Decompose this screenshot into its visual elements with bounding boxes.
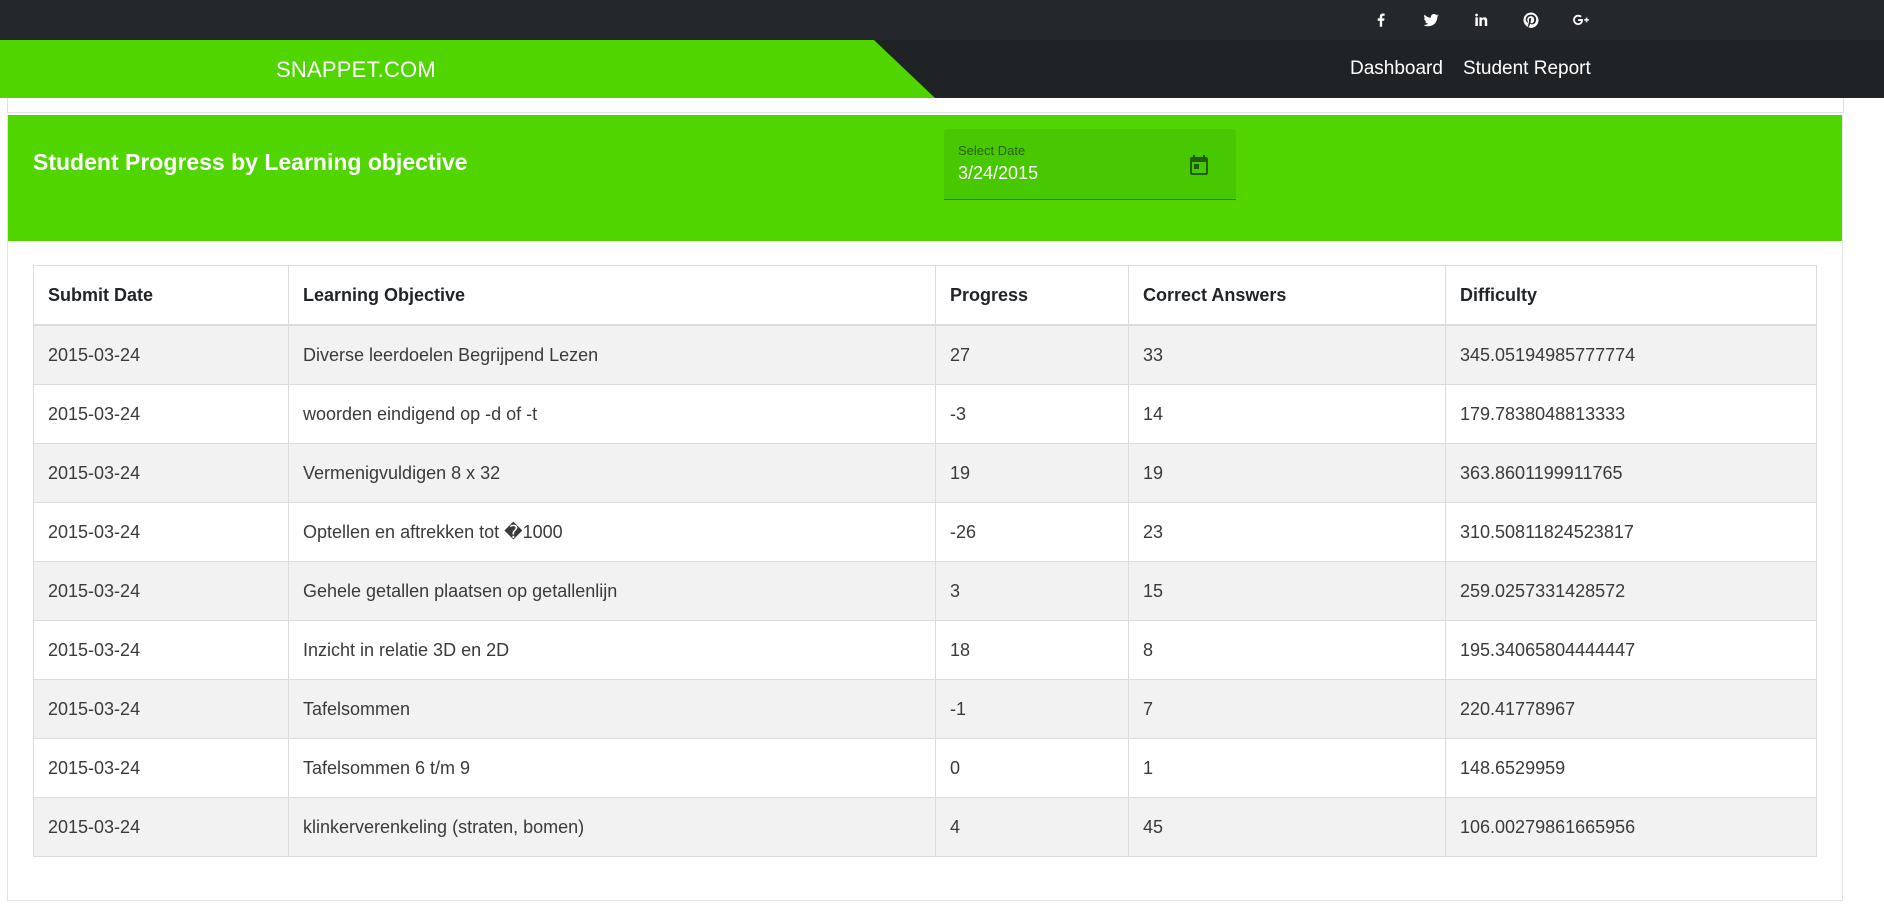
- table-row: 2015-03-24 Optellen en aftrekken tot �100…: [33, 502, 1817, 562]
- cell-learning-objective: Vermenigvuldigen 8 x 32: [288, 443, 936, 503]
- cell-progress: 18: [935, 620, 1129, 680]
- cell-submit-date: 2015-03-24: [33, 384, 289, 444]
- cell-learning-objective: Inzicht in relatie 3D en 2D: [288, 620, 936, 680]
- cell-correct-answers: 45: [1128, 797, 1446, 857]
- cell-correct-answers: 1: [1128, 738, 1446, 798]
- column-header-progress: Progress: [935, 265, 1129, 326]
- table-row: 2015-03-24 Tafelsommen 6 t/m 9 0 1 148.65299…: [33, 738, 1817, 798]
- cell-submit-date: 2015-03-24: [33, 738, 289, 798]
- cell-submit-date: 2015-03-24: [33, 561, 289, 621]
- cell-learning-objective: Diverse leerdoelen Begrijpend Lezen: [288, 324, 936, 385]
- cell-difficulty: 195.34065804444447: [1445, 620, 1817, 680]
- cell-progress: 19: [935, 443, 1129, 503]
- cell-difficulty: 179.7838048813333: [1445, 384, 1817, 444]
- cell-progress: -1: [935, 679, 1129, 739]
- table-row: 2015-03-24 woorden eindigend op -d of -t -…: [33, 384, 1817, 444]
- cell-learning-objective: klinkerverenkeling (straten, bomen): [288, 797, 936, 857]
- cell-difficulty: 220.41778967: [1445, 679, 1817, 739]
- brand-banner: [0, 40, 935, 98]
- cell-difficulty: 106.00279861665956: [1445, 797, 1817, 857]
- cell-correct-answers: 7: [1128, 679, 1446, 739]
- cell-correct-answers: 15: [1128, 561, 1446, 621]
- nav-links: Dashboard Student Report: [1350, 40, 1611, 98]
- card-divider: [7, 98, 1844, 113]
- cell-submit-date: 2015-03-24: [33, 443, 289, 503]
- social-bar: [0, 0, 1884, 40]
- cell-correct-answers: 8: [1128, 620, 1446, 680]
- cell-submit-date: 2015-03-24: [33, 797, 289, 857]
- table-row: 2015-03-24 Diverse leerdoelen Begrijpend …: [33, 324, 1817, 385]
- brand-logo[interactable]: SNAPPET.COM: [276, 40, 436, 98]
- column-header-learning-objective: Learning Objective: [288, 265, 936, 326]
- cell-correct-answers: 33: [1128, 324, 1446, 385]
- cell-correct-answers: 23: [1128, 502, 1446, 562]
- table-row: 2015-03-24 Inzicht in relatie 3D en 2D 18 8…: [33, 620, 1817, 680]
- progress-table: Submit Date Learning Objective Progress …: [33, 265, 1817, 857]
- table-header-row: Submit Date Learning Objective Progress …: [33, 265, 1817, 326]
- cell-submit-date: 2015-03-24: [33, 324, 289, 385]
- date-picker-label: Select Date: [958, 143, 1026, 158]
- social-links: [1356, 0, 1606, 40]
- cell-progress: 3: [935, 561, 1129, 621]
- table-body: 2015-03-24 Diverse leerdoelen Begrijpend …: [33, 324, 1817, 857]
- cell-learning-objective: Gehele getallen plaatsen op getallenlijn: [288, 561, 936, 621]
- cell-learning-objective: woorden eindigend op -d of -t: [288, 384, 936, 444]
- cell-difficulty: 345.05194985777774: [1445, 324, 1817, 385]
- table-row: 2015-03-24 klinkerverenkeling (straten, b…: [33, 797, 1817, 857]
- cell-progress: 27: [935, 324, 1129, 385]
- date-picker-value[interactable]: 3/24/2015: [958, 163, 1038, 184]
- cell-difficulty: 310.50811824523817: [1445, 502, 1817, 562]
- calendar-icon[interactable]: [1187, 153, 1211, 177]
- cell-progress: -3: [935, 384, 1129, 444]
- column-header-submit-date: Submit Date: [33, 265, 289, 326]
- cell-correct-answers: 19: [1128, 443, 1446, 503]
- cell-learning-objective: Optellen en aftrekken tot �1000: [288, 502, 936, 562]
- cell-learning-objective: Tafelsommen: [288, 679, 936, 739]
- nav-link-student-report[interactable]: Student Report: [1463, 58, 1591, 80]
- cell-difficulty: 259.0257331428572: [1445, 561, 1817, 621]
- nav-link-dashboard[interactable]: Dashboard: [1350, 58, 1443, 80]
- card-header: Student Progress by Learning objective S…: [8, 115, 1842, 241]
- table-row: 2015-03-24 Tafelsommen -1 7 220.41778967: [33, 679, 1817, 739]
- date-picker[interactable]: Select Date 3/24/2015: [944, 129, 1236, 200]
- page-title: Student Progress by Learning objective: [33, 149, 468, 175]
- google-plus-icon[interactable]: [1556, 11, 1606, 29]
- cell-submit-date: 2015-03-24: [33, 620, 289, 680]
- cell-progress: 4: [935, 797, 1129, 857]
- column-header-correct-answers: Correct Answers: [1128, 265, 1446, 326]
- cell-progress: -26: [935, 502, 1129, 562]
- table-row: 2015-03-24 Gehele getallen plaatsen op ge…: [33, 561, 1817, 621]
- cell-progress: 0: [935, 738, 1129, 798]
- cell-submit-date: 2015-03-24: [33, 502, 289, 562]
- main-navbar: SNAPPET.COM Dashboard Student Report: [0, 40, 1884, 98]
- linkedin-icon[interactable]: [1456, 11, 1506, 29]
- pinterest-icon[interactable]: [1506, 11, 1556, 29]
- cell-difficulty: 148.6529959: [1445, 738, 1817, 798]
- column-header-difficulty: Difficulty: [1445, 265, 1817, 326]
- cell-correct-answers: 14: [1128, 384, 1446, 444]
- facebook-icon[interactable]: [1356, 11, 1406, 29]
- cell-learning-objective: Tafelsommen 6 t/m 9: [288, 738, 936, 798]
- cell-submit-date: 2015-03-24: [33, 679, 289, 739]
- table-row: 2015-03-24 Vermenigvuldigen 8 x 32 19 19 363…: [33, 443, 1817, 503]
- cell-difficulty: 363.8601199911765: [1445, 443, 1817, 503]
- progress-card: Student Progress by Learning objective S…: [7, 115, 1843, 901]
- twitter-icon[interactable]: [1406, 11, 1456, 29]
